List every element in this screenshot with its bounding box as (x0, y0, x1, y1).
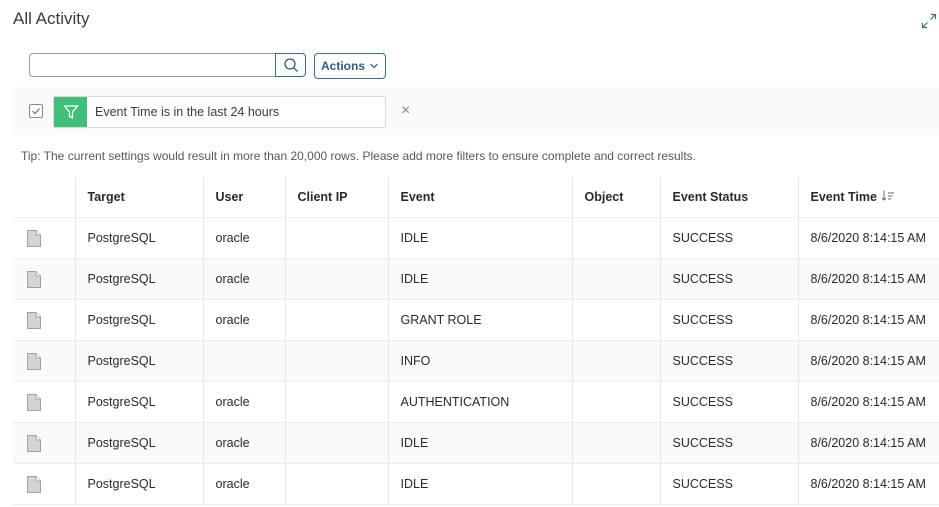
table-row[interactable]: PostgreSQL oracle IDLE SUCCESS 8/6/2020 8:14… (13, 217, 939, 259)
cell-event: IDLE (387, 217, 572, 259)
cell-event-status: SUCCESS (659, 258, 798, 300)
cell-event: INFO (387, 340, 572, 382)
cell-event-time: 8/6/2020 8:14:15 AM (797, 422, 939, 464)
document-icon[interactable] (27, 352, 41, 370)
cell-event-time: 8/6/2020 8:14:15 AM (797, 217, 939, 259)
column-header-target[interactable]: Target (74, 177, 203, 218)
document-icon[interactable] (27, 393, 41, 411)
table-row[interactable]: PostgreSQL oracle IDLE SUCCESS 8/6/2020 8:14… (13, 258, 939, 300)
cell-details[interactable] (13, 422, 75, 464)
cell-details[interactable] (13, 258, 75, 300)
cell-event-time: 8/6/2020 8:14:15 AM (797, 463, 939, 505)
cell-target: PostgreSQL (74, 463, 203, 505)
cell-client-ip (284, 340, 388, 382)
cell-object (571, 463, 660, 505)
cell-user: oracle (202, 422, 285, 464)
cell-details[interactable] (13, 299, 75, 341)
actions-label: Actions (320, 59, 365, 73)
cell-user: oracle (202, 258, 285, 300)
cell-target: PostgreSQL (74, 422, 203, 464)
cell-object (571, 381, 660, 423)
cell-event-status: SUCCESS (659, 340, 798, 382)
cell-event-status: SUCCESS (659, 381, 798, 423)
cell-target: PostgreSQL (74, 217, 203, 259)
document-icon[interactable] (27, 311, 41, 329)
table-row[interactable]: PostgreSQL oracle GRANT ROLE SUCCESS 8/6/202… (13, 299, 939, 341)
cell-object (571, 422, 660, 464)
filter-text: Event Time is in the last 24 hours (95, 105, 280, 119)
search-icon (283, 58, 298, 72)
tip-text: Tip: The current settings would result i… (21, 149, 696, 163)
cell-client-ip (284, 463, 388, 505)
cell-event-time: 8/6/2020 8:14:15 AM (797, 340, 939, 382)
filter-checkbox[interactable] (29, 104, 43, 118)
cell-event: IDLE (387, 463, 572, 505)
cell-event: GRANT ROLE (387, 299, 572, 341)
column-header-client-ip[interactable]: Client IP (284, 177, 388, 218)
search-bar (29, 53, 306, 77)
cell-user: oracle (202, 463, 285, 505)
chevron-down-icon (370, 63, 378, 69)
cell-event: IDLE (387, 258, 572, 300)
column-header-user[interactable]: User (202, 177, 285, 218)
table-row[interactable]: PostgreSQL oracle IDLE SUCCESS 8/6/2020 8:14… (13, 463, 939, 505)
column-header-event[interactable]: Event (387, 177, 572, 218)
cell-target: PostgreSQL (74, 299, 203, 341)
close-icon[interactable]: × (401, 103, 410, 119)
table-header-row: Target User Client IP Event Object Event… (13, 177, 939, 218)
cell-client-ip (284, 422, 388, 464)
search-input[interactable] (29, 53, 275, 77)
expand-icon[interactable] (921, 13, 937, 29)
cell-user (202, 340, 285, 382)
cell-event-status: SUCCESS (659, 217, 798, 259)
cell-event-status: SUCCESS (659, 463, 798, 505)
cell-client-ip (284, 299, 388, 341)
sort-descending-icon[interactable] (881, 190, 895, 204)
filter-chip[interactable]: Event Time is in the last 24 hours (53, 96, 386, 128)
cell-details[interactable] (13, 463, 75, 505)
cell-target: PostgreSQL (74, 381, 203, 423)
cell-event-time: 8/6/2020 8:14:15 AM (797, 299, 939, 341)
cell-client-ip (284, 381, 388, 423)
cell-details[interactable] (13, 340, 75, 382)
cell-object (571, 340, 660, 382)
cell-target: PostgreSQL (74, 258, 203, 300)
cell-event-time: 8/6/2020 8:14:15 AM (797, 381, 939, 423)
cell-event: IDLE (387, 422, 572, 464)
table-row[interactable]: PostgreSQL oracle IDLE SUCCESS 8/6/2020 8:14… (13, 422, 939, 464)
cell-client-ip (284, 258, 388, 300)
filter-icon (54, 97, 87, 127)
actions-button[interactable]: Actions (314, 53, 386, 79)
document-icon[interactable] (27, 270, 41, 288)
search-button[interactable] (275, 53, 306, 77)
column-header-event-status[interactable]: Event Status (659, 177, 798, 218)
cell-event-status: SUCCESS (659, 422, 798, 464)
cell-event: AUTHENTICATION (387, 381, 572, 423)
table-row[interactable]: PostgreSQL oracle AUTHENTICATION SUCCESS 8/6… (13, 381, 939, 423)
cell-user: oracle (202, 381, 285, 423)
table-row[interactable]: PostgreSQL INFO SUCCESS 8/6/2020 8:14:15 AM (13, 340, 939, 382)
document-icon[interactable] (27, 475, 41, 493)
cell-details[interactable] (13, 217, 75, 259)
document-icon[interactable] (27, 434, 41, 452)
cell-object (571, 299, 660, 341)
check-icon (32, 108, 40, 115)
activity-table: Target User Client IP Event Object Event… (13, 177, 939, 505)
cell-object (571, 217, 660, 259)
document-icon[interactable] (27, 229, 41, 247)
cell-user: oracle (202, 299, 285, 341)
cell-user: oracle (202, 217, 285, 259)
cell-object (571, 258, 660, 300)
column-header-icon (13, 177, 75, 218)
filter-bar: Event Time is in the last 24 hours × (13, 87, 939, 135)
cell-details[interactable] (13, 381, 75, 423)
column-header-object[interactable]: Object (571, 177, 660, 218)
cell-event-time: 8/6/2020 8:14:15 AM (797, 258, 939, 300)
cell-target: PostgreSQL (74, 340, 203, 382)
cell-client-ip (284, 217, 388, 259)
page-title: All Activity (13, 9, 90, 28)
column-header-event-time[interactable]: Event Time (797, 177, 939, 218)
cell-event-status: SUCCESS (659, 299, 798, 341)
